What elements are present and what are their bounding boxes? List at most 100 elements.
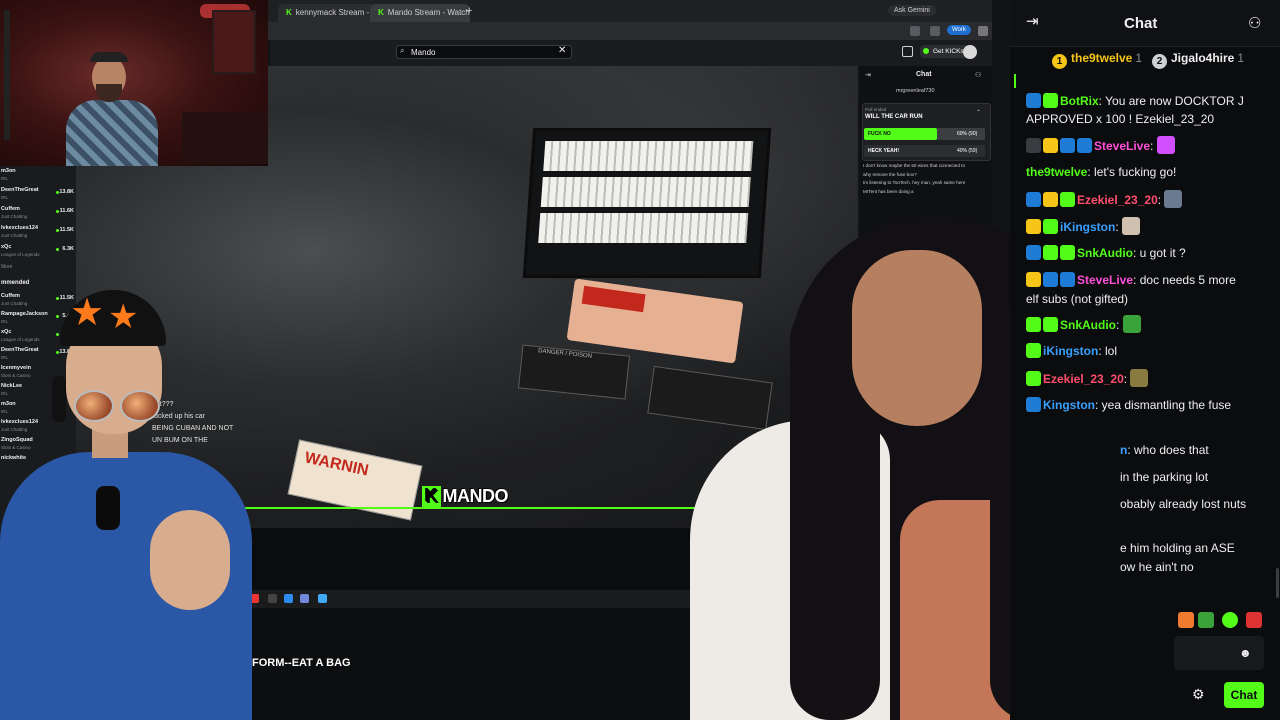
sidebar-more-link[interactable]: More bbox=[1, 264, 12, 270]
app-icon[interactable] bbox=[284, 594, 293, 603]
user-avatar[interactable] bbox=[963, 45, 977, 59]
chat-username[interactable]: BotRix bbox=[1060, 94, 1099, 108]
chat-badge-icon bbox=[1026, 317, 1041, 332]
chat-badge-icon bbox=[1043, 219, 1058, 234]
chat-badge-icon bbox=[1043, 138, 1058, 153]
clear-search-icon[interactable]: ✕ bbox=[558, 45, 566, 56]
poll-collapse-icon[interactable]: ⌃ bbox=[976, 109, 981, 116]
live-dot-icon bbox=[56, 248, 59, 251]
menu-icon[interactable] bbox=[978, 26, 988, 36]
sunglasses bbox=[74, 390, 160, 422]
channel-name: DeenTheGreat bbox=[1, 347, 39, 353]
emote-icon[interactable] bbox=[1246, 612, 1262, 628]
chat-badge-icon bbox=[1043, 93, 1058, 108]
kick-header bbox=[270, 40, 992, 66]
chat-username[interactable]: the9twelve bbox=[1026, 165, 1087, 179]
chat-username[interactable]: SnkAudio bbox=[1060, 318, 1116, 332]
chat-message: iKingston: lol bbox=[1026, 342, 1266, 360]
channel-category: IRL bbox=[1, 355, 9, 360]
chat-separator: : bbox=[1150, 139, 1157, 153]
collapse-chat-icon[interactable]: ⇥ bbox=[865, 71, 871, 79]
sidebar-channel[interactable]: xQc League of Legends 6.3K bbox=[0, 243, 76, 265]
chat-username[interactable]: iKingston bbox=[1060, 220, 1115, 234]
poll-option-percent: 40% (59) bbox=[957, 148, 978, 154]
overlay-chat-line: UN BUM ON THE bbox=[152, 437, 208, 444]
chat-message: Ezekiel_23_20: bbox=[1026, 190, 1266, 209]
send-chat-button[interactable]: Chat bbox=[1224, 682, 1264, 708]
chat-badge-icon bbox=[1026, 245, 1041, 260]
chat-username[interactable]: SteveLive bbox=[1094, 139, 1150, 153]
overlay-chat-line: out??? bbox=[152, 401, 174, 408]
chat-emote-icon bbox=[1130, 369, 1149, 387]
chat-username[interactable]: Ezekiel_23_20 bbox=[1077, 193, 1158, 207]
app-icon[interactable] bbox=[268, 594, 277, 603]
emote-icon[interactable] bbox=[1222, 612, 1238, 628]
chat-message: MrTent has been doing a bbox=[863, 188, 914, 194]
chat-text: obably already lost nuts bbox=[1120, 497, 1247, 511]
star-icon[interactable] bbox=[910, 26, 920, 36]
channel-category: Just Chatting bbox=[1, 214, 28, 219]
chat-message: SnkAudio: bbox=[1026, 315, 1266, 334]
emote-icon[interactable] bbox=[1178, 612, 1194, 628]
chat-username[interactable]: Ezekiel_23_20 bbox=[1043, 372, 1124, 386]
poll-option-label: FUCK NO bbox=[868, 131, 891, 137]
chat-text: doc needs 5 more bbox=[1139, 273, 1236, 287]
users-icon[interactable]: ⚇ bbox=[1248, 14, 1261, 32]
chat-badge-icon bbox=[1026, 138, 1041, 153]
profile-chip[interactable]: Work bbox=[947, 25, 971, 35]
chat-separator: : bbox=[1095, 398, 1102, 412]
chat-badge-icon bbox=[1043, 192, 1058, 207]
kick-icon: K bbox=[286, 8, 292, 17]
nested-chat-messages: I don't know maybe the 50 wires that con… bbox=[863, 162, 989, 196]
chat-text: u got it ? bbox=[1139, 246, 1186, 260]
chat-username[interactable]: iKingston bbox=[1043, 344, 1098, 358]
chat-message: I don't know maybe the 50 wires that con… bbox=[863, 163, 966, 168]
browser-tab-active[interactable]: KMando Stream - Watch Li× bbox=[370, 4, 470, 22]
top-gifter[interactable]: 2 Jigalo4hire 1 bbox=[1152, 51, 1244, 69]
chat-text: yea dismantling the fuse bbox=[1101, 398, 1232, 412]
channel-name: ZingoSquad bbox=[1, 437, 33, 443]
chat-username[interactable]: SteveLive bbox=[1077, 273, 1133, 287]
collapse-chat-icon[interactable]: ⇥ bbox=[1026, 14, 1042, 30]
users-icon[interactable]: ⚇ bbox=[975, 71, 981, 79]
channel-name: xQc bbox=[1, 244, 12, 250]
streamer-body bbox=[66, 100, 158, 166]
settings-gear-icon[interactable]: ⚙ bbox=[1192, 686, 1205, 703]
library-icon[interactable] bbox=[902, 46, 913, 57]
viewer-count: 11.5K bbox=[59, 227, 74, 233]
sidebar-section-heading: mmended bbox=[1, 280, 30, 286]
emote-icon[interactable] bbox=[1198, 612, 1214, 628]
chat-username[interactable]: SnkAudio bbox=[1077, 246, 1133, 260]
overlay-chat-line: BEING CUBAN AND NOT bbox=[152, 425, 234, 432]
star-icon: ★ bbox=[70, 292, 105, 334]
chat-username[interactable]: Kingston bbox=[1043, 398, 1095, 412]
channel-category: League of Legends bbox=[1, 252, 40, 257]
emoji-icon[interactable]: ☻ bbox=[1239, 646, 1252, 660]
top-gifter[interactable]: 1 the9twelve 1 bbox=[1052, 51, 1142, 69]
chat-badge-icon bbox=[1077, 138, 1092, 153]
search-input[interactable]: Mando bbox=[396, 45, 572, 59]
channel-category: IRL bbox=[1, 391, 9, 396]
left-streamer-hand bbox=[150, 510, 230, 610]
channel-name: Cuffem bbox=[1, 293, 20, 299]
channel-category: Just Chatting bbox=[1, 301, 28, 306]
discord-icon[interactable] bbox=[300, 594, 309, 603]
ask-gemini-button[interactable]: Ask Gemini bbox=[888, 5, 936, 16]
overlay-accent-line bbox=[220, 507, 760, 509]
extension-icon[interactable] bbox=[930, 26, 940, 36]
chat-separator: : bbox=[1157, 193, 1165, 207]
app-icon[interactable] bbox=[318, 594, 327, 603]
chat-emote-icon bbox=[1164, 190, 1183, 208]
browser-tab[interactable]: Kkennymack Stream - Watch Li bbox=[278, 4, 376, 22]
chat-scrollbar[interactable] bbox=[1276, 568, 1279, 598]
chat-message: n: who does that bbox=[1120, 441, 1270, 459]
desk-shelf bbox=[182, 112, 268, 164]
channel-name: Cuffem bbox=[1, 206, 20, 212]
viewer-count: 13.8K bbox=[59, 189, 74, 195]
chat-badge-icon bbox=[1060, 245, 1075, 260]
chat-message: why remove the fuse box? bbox=[863, 171, 917, 177]
new-tab-button[interactable]: + bbox=[466, 5, 472, 17]
chat-badge-icon bbox=[1060, 192, 1075, 207]
tab-label: Mando Stream - Watch Li bbox=[387, 8, 470, 17]
channel-name: m3on bbox=[1, 401, 16, 407]
